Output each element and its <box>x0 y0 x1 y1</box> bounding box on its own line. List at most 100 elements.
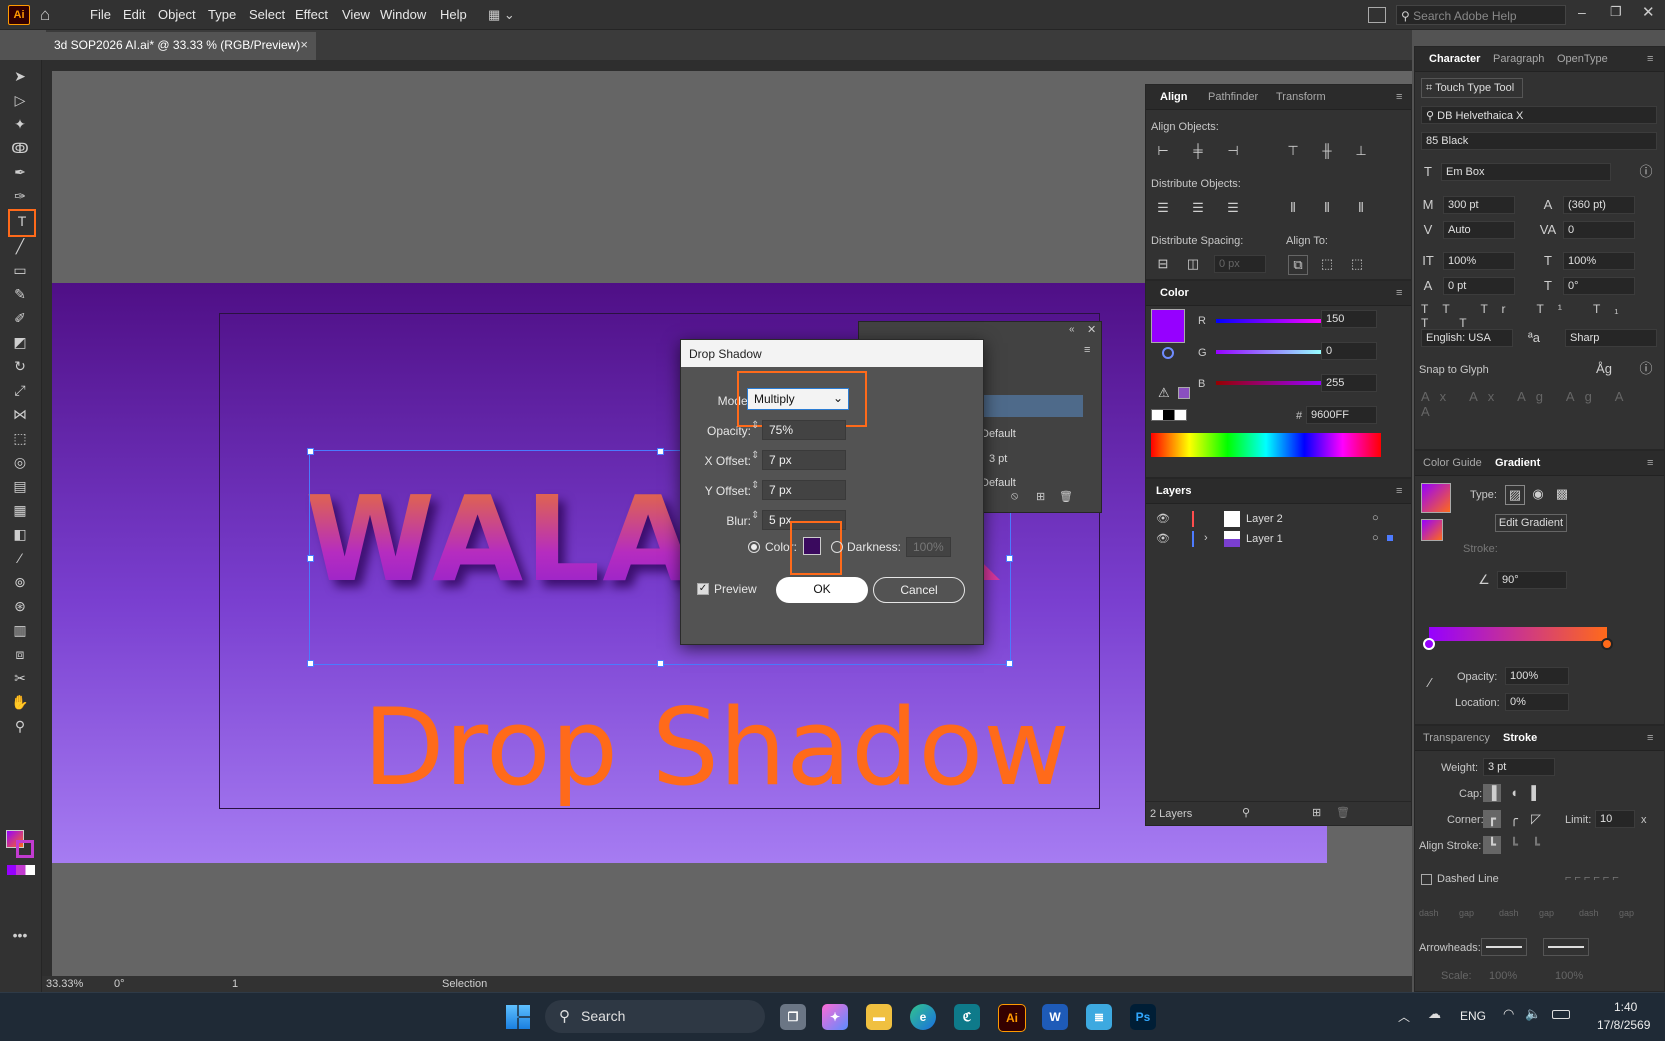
align-left-icon[interactable]: ⊢ <box>1154 142 1172 160</box>
dashed-line-checkbox[interactable] <box>1421 874 1432 885</box>
menu-file[interactable]: File <box>90 7 111 22</box>
width-tool-icon[interactable]: ⋈ <box>9 404 31 424</box>
perspective-grid-icon[interactable]: ▤ <box>9 476 31 496</box>
tab-layers[interactable]: Layers <box>1156 485 1191 497</box>
eye-icon[interactable]: 👁 <box>1156 532 1170 545</box>
yoffset-input[interactable]: 7 px <box>762 480 846 500</box>
touch-type-button[interactable]: ⌗ Touch Type Tool <box>1421 78 1523 98</box>
character-rotation-input[interactable]: 0° <box>1563 277 1635 295</box>
line-tool-icon[interactable]: ╱ <box>9 236 31 256</box>
radial-gradient-icon[interactable]: ◉ <box>1529 485 1547 503</box>
artboard-number[interactable]: 1 <box>232 978 238 990</box>
bevel-join-icon[interactable]: ◸ <box>1527 810 1545 828</box>
layer-row[interactable]: 👁 › Layer 1 ○ <box>1146 529 1411 549</box>
tab-align[interactable]: Align <box>1160 91 1188 103</box>
lasso-tool-icon[interactable]: ↂ <box>9 138 31 158</box>
stepper-icon[interactable]: ⇕ <box>751 480 759 491</box>
tab-color[interactable]: Color <box>1160 287 1189 299</box>
hand-tool-icon[interactable]: ✋ <box>9 692 31 712</box>
restore-button[interactable]: ❐ <box>1610 4 1624 22</box>
zoom-level[interactable]: 33.33% <box>46 978 83 990</box>
baseline-shift-input[interactable]: 0 pt <box>1443 277 1515 295</box>
symbol-sprayer-icon[interactable]: ⊛ <box>9 596 31 616</box>
butt-cap-icon[interactable]: ▐ <box>1483 784 1501 802</box>
none-swatch[interactable] <box>1151 409 1187 421</box>
selection-handle[interactable] <box>307 660 314 667</box>
layer-name[interactable]: Layer 2 <box>1246 513 1283 525</box>
gradient-stop-left[interactable] <box>1423 638 1435 650</box>
freeform-gradient-icon[interactable]: ▩ <box>1553 485 1571 503</box>
photoshop-icon[interactable]: Ps <box>1130 1004 1156 1030</box>
panel-menu-icon[interactable]: ≡ <box>1084 344 1090 356</box>
taskbar-search[interactable]: ⚲ Search <box>545 1000 765 1033</box>
color-mode-icons[interactable] <box>7 865 35 875</box>
rotate-tool-icon[interactable]: ↻ <box>9 356 31 376</box>
word-icon[interactable]: W <box>1042 1004 1068 1030</box>
delete-item-icon[interactable]: 🗑 <box>1059 490 1073 503</box>
vertical-distribute-space-icon[interactable]: ⊟ <box>1154 255 1172 273</box>
eyedropper-icon[interactable]: ⁄ <box>1421 674 1439 692</box>
tab-paragraph[interactable]: Paragraph <box>1493 53 1544 65</box>
rotate-view-value[interactable]: 0° <box>114 978 125 990</box>
volume-icon[interactable]: 🔈 <box>1525 1006 1541 1022</box>
r-slider[interactable] <box>1216 319 1321 323</box>
appearance-weight[interactable]: 3 pt <box>989 453 1007 465</box>
gamut-swatch[interactable] <box>1178 387 1190 399</box>
stroke-swatch[interactable] <box>16 840 34 858</box>
cancel-button[interactable]: Cancel <box>873 577 965 603</box>
ok-button[interactable]: OK <box>776 577 868 603</box>
align-top-icon[interactable]: ⊤ <box>1284 142 1302 160</box>
collapse-icon[interactable]: « <box>1069 324 1075 335</box>
magic-wand-icon[interactable]: ✦ <box>9 114 31 134</box>
selection-handle[interactable] <box>1006 555 1013 562</box>
out-of-gamut-warning-icon[interactable]: ⚠ <box>1158 385 1170 401</box>
font-family-select[interactable]: ⚲ DB Helvethaica X <box>1421 106 1657 124</box>
gradient-stop-right[interactable] <box>1601 638 1613 650</box>
stepper-icon[interactable]: ⇕ <box>751 420 759 431</box>
target-circle-icon[interactable]: ○ <box>1372 532 1379 544</box>
help-search[interactable]: ⚲ Search Adobe Help <box>1396 5 1566 25</box>
antialias-select[interactable]: Sharp <box>1565 329 1657 347</box>
copilot-icon[interactable]: ✦ <box>822 1004 848 1030</box>
align-stroke-center-icon[interactable]: ┗ <box>1483 836 1501 854</box>
type-tool-icon[interactable]: T <box>8 209 36 237</box>
leading-input[interactable]: (360 pt) <box>1563 196 1635 214</box>
rectangle-tool-icon[interactable]: ▭ <box>9 260 31 280</box>
menu-window[interactable]: Window <box>380 7 426 22</box>
menu-object[interactable]: Object <box>158 7 196 22</box>
tab-character[interactable]: Character <box>1429 53 1480 65</box>
caption-text[interactable]: Drop Shadow <box>363 695 1070 801</box>
gradient-opacity-input[interactable]: 100% <box>1505 667 1569 685</box>
notepad-icon[interactable]: ≣ <box>1086 1004 1112 1030</box>
opacity-input[interactable]: 75% <box>762 420 846 440</box>
gradient-preview-swatch[interactable] <box>1421 483 1451 513</box>
menu-effect[interactable]: Effect <box>295 7 328 22</box>
wifi-icon[interactable]: ◠ <box>1503 1006 1514 1022</box>
eyedropper-tool-icon[interactable]: ⁄ <box>9 548 31 568</box>
app-icon[interactable]: ℭ <box>954 1004 980 1030</box>
column-graph-icon[interactable]: ▥ <box>9 620 31 640</box>
projecting-cap-icon[interactable]: ▌ <box>1527 784 1545 802</box>
b-input[interactable]: 255 <box>1321 374 1377 392</box>
target-circle-icon[interactable]: ○ <box>1372 512 1379 524</box>
slice-tool-icon[interactable]: ✂ <box>9 668 31 688</box>
panel-menu-icon[interactable]: ≡ <box>1396 485 1402 497</box>
info-icon[interactable]: ⓘ <box>1637 163 1655 181</box>
file-explorer-icon[interactable]: ▬ <box>866 1004 892 1030</box>
edit-gradient-button[interactable]: Edit Gradient <box>1495 514 1567 532</box>
miter-join-icon[interactable]: ┏ <box>1483 810 1501 828</box>
panel-menu-icon[interactable]: ≡ <box>1647 457 1653 469</box>
new-layer-icon[interactable]: ⊞ <box>1312 806 1321 819</box>
delete-layer-icon[interactable]: 🗑 <box>1336 806 1350 819</box>
show-hidden-icons[interactable]: ︿ <box>1398 1008 1410 1025</box>
info-icon[interactable]: ⓘ <box>1637 360 1655 378</box>
arrange-documents-icon[interactable] <box>1368 7 1386 23</box>
eraser-tool-icon[interactable]: ◩ <box>9 332 31 352</box>
start-arrowhead-select[interactable] <box>1481 938 1527 956</box>
panel-menu-icon[interactable]: ≡ <box>1396 287 1402 299</box>
selection-handle[interactable] <box>307 448 314 455</box>
selection-handle[interactable] <box>657 448 664 455</box>
font-style-select[interactable]: 85 Black <box>1421 132 1657 150</box>
align-to-key-object-icon[interactable]: ⧉ <box>1288 255 1308 275</box>
task-view-icon[interactable]: ❐ <box>780 1004 806 1030</box>
